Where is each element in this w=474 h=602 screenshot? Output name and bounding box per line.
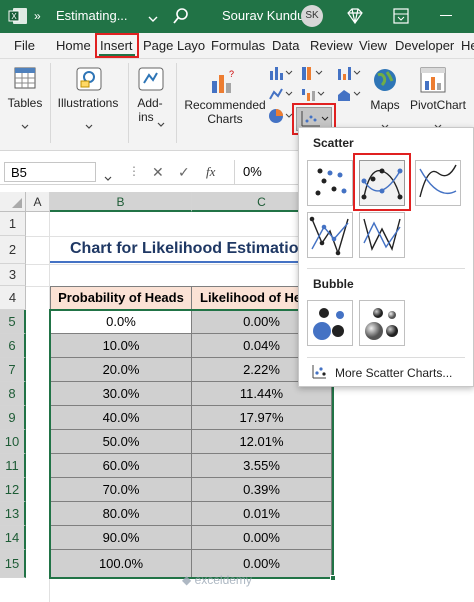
name-box-dropdown-icon[interactable] <box>104 169 112 187</box>
watermark-text: exceldemy <box>194 573 252 587</box>
row-header[interactable]: 6 <box>0 334 26 358</box>
tab-view[interactable]: View <box>359 38 387 53</box>
hierarchy-chart-icon[interactable] <box>300 65 326 86</box>
illustrations-button[interactable]: Illustrations <box>54 96 122 110</box>
pie-chart-icon[interactable] <box>268 107 294 130</box>
bar-stat-chart-icon[interactable] <box>336 65 362 86</box>
row-header[interactable]: 11 <box>0 454 26 478</box>
tables-button[interactable]: Tables <box>6 96 44 110</box>
illustrations-dropdown-icon[interactable] <box>85 117 93 135</box>
scatter-smooth-lines-option[interactable] <box>415 160 461 206</box>
excel-logo-icon: X <box>8 7 28 25</box>
recommended-charts-label-line2: Charts <box>207 112 243 126</box>
scatter-section-heading: Scatter <box>313 136 354 150</box>
scatter-markers-option[interactable] <box>307 160 353 206</box>
bubble-section-heading: Bubble <box>313 277 354 291</box>
diamond-icon[interactable] <box>346 8 364 29</box>
bubble-3d-option[interactable] <box>359 300 405 346</box>
tab-data[interactable]: Data <box>272 38 299 53</box>
tab-insert-highlight <box>95 33 139 58</box>
document-title[interactable]: Estimating... <box>56 8 128 23</box>
name-box-value: B5 <box>11 165 27 180</box>
tab-file[interactable]: File <box>14 38 35 53</box>
row-header[interactable]: 2 <box>0 236 26 264</box>
fill-handle[interactable] <box>330 575 336 581</box>
search-icon[interactable] <box>172 7 190 30</box>
row-header[interactable]: 13 <box>0 502 26 526</box>
row-header[interactable]: 15 <box>0 550 26 578</box>
tables-dropdown-icon[interactable] <box>21 117 29 135</box>
more-options-icon: ⋮ <box>128 164 140 178</box>
table-header-cell[interactable]: Probability of Heads <box>50 286 192 310</box>
area-chart-icon[interactable] <box>336 86 362 107</box>
table-icon <box>14 67 36 94</box>
pivotchart-button[interactable]: PivotChart <box>406 98 470 112</box>
more-scatter-icon <box>311 364 327 385</box>
insert-function-button[interactable]: fx <box>206 164 215 180</box>
tab-developer[interactable]: Developer <box>395 38 454 53</box>
title-bar: X » Estimating... Sourav Kundu SK <box>0 0 474 33</box>
more-scatter-charts-link[interactable]: More Scatter Charts... <box>335 366 452 380</box>
addins-dropdown-icon[interactable] <box>157 115 165 133</box>
row-header[interactable]: 12 <box>0 478 26 502</box>
scatter-straight-markers-option[interactable] <box>307 212 353 258</box>
recommended-charts-icon: ? <box>210 69 236 100</box>
avatar[interactable]: SK <box>301 5 323 27</box>
globe-icon <box>372 67 398 98</box>
tab-help[interactable]: He <box>461 38 474 53</box>
row-header[interactable]: 14 <box>0 526 26 550</box>
line-chart-icon[interactable] <box>268 86 294 107</box>
select-all-corner[interactable] <box>0 192 26 212</box>
dropdown-divider <box>307 357 465 358</box>
tab-formulas[interactable]: Formulas <box>211 38 265 53</box>
ribbon-display-icon[interactable] <box>393 8 409 29</box>
ribbon-tabs: File Home Insert Page Layo Formulas Data… <box>0 33 474 59</box>
ribbon-divider <box>50 63 51 143</box>
tab-home[interactable]: Home <box>56 38 91 53</box>
bubble-option[interactable] <box>307 300 353 346</box>
name-box[interactable]: B5 <box>4 162 96 182</box>
column-header-b[interactable]: B <box>50 192 192 212</box>
tab-page-layout[interactable]: Page Layo <box>143 38 205 53</box>
illustrations-icon <box>76 67 102 96</box>
row-header[interactable]: 1 <box>0 212 26 236</box>
column-header-a[interactable]: A <box>26 192 50 212</box>
formula-input[interactable]: 0% <box>234 160 270 184</box>
dropdown-divider <box>307 268 465 269</box>
scatter-dropdown: Scatter Bubble More Scatter Charts... <box>298 127 474 387</box>
addins-button[interactable]: Add- <box>134 96 166 110</box>
row-header[interactable]: 3 <box>0 264 26 286</box>
scatter-smooth-highlight <box>353 153 411 211</box>
enter-icon[interactable]: ✓ <box>178 164 190 181</box>
svg-text:X: X <box>11 12 17 21</box>
watermark-icon: ◆ <box>182 573 195 587</box>
maps-button[interactable]: Maps <box>366 98 404 112</box>
scatter-straight-lines-option[interactable] <box>359 212 405 258</box>
addins-icon <box>138 67 164 96</box>
recommended-charts-button[interactable]: Recommended <box>182 98 268 112</box>
chevron-right-icon: » <box>34 9 41 23</box>
ribbon-divider <box>176 63 177 143</box>
user-name: Sourav Kundu <box>222 8 305 23</box>
row-header[interactable]: 10 <box>0 430 26 454</box>
row-header[interactable]: 8 <box>0 382 26 406</box>
row-header[interactable]: 4 <box>0 286 26 310</box>
avatar-initials: SK <box>305 10 319 21</box>
cancel-icon[interactable]: ✕ <box>152 164 164 181</box>
ribbon-divider <box>128 63 129 143</box>
column-chart-icon[interactable] <box>268 65 294 86</box>
row-header[interactable]: 9 <box>0 406 26 430</box>
tab-review[interactable]: Review <box>310 38 353 53</box>
sheet-title[interactable]: Chart for Likelihood Estimatio <box>70 240 298 258</box>
svg-text:?: ? <box>229 69 234 79</box>
watermark-logo: ◆ exceldemy <box>182 573 252 587</box>
title-underline <box>50 261 298 263</box>
row-header[interactable]: 7 <box>0 358 26 382</box>
pivotchart-icon <box>420 67 446 98</box>
row-header[interactable]: 5 <box>0 310 26 334</box>
minimize-icon[interactable] <box>440 15 452 16</box>
selection-range <box>49 309 334 579</box>
doc-title-dropdown-icon[interactable] <box>148 10 158 28</box>
